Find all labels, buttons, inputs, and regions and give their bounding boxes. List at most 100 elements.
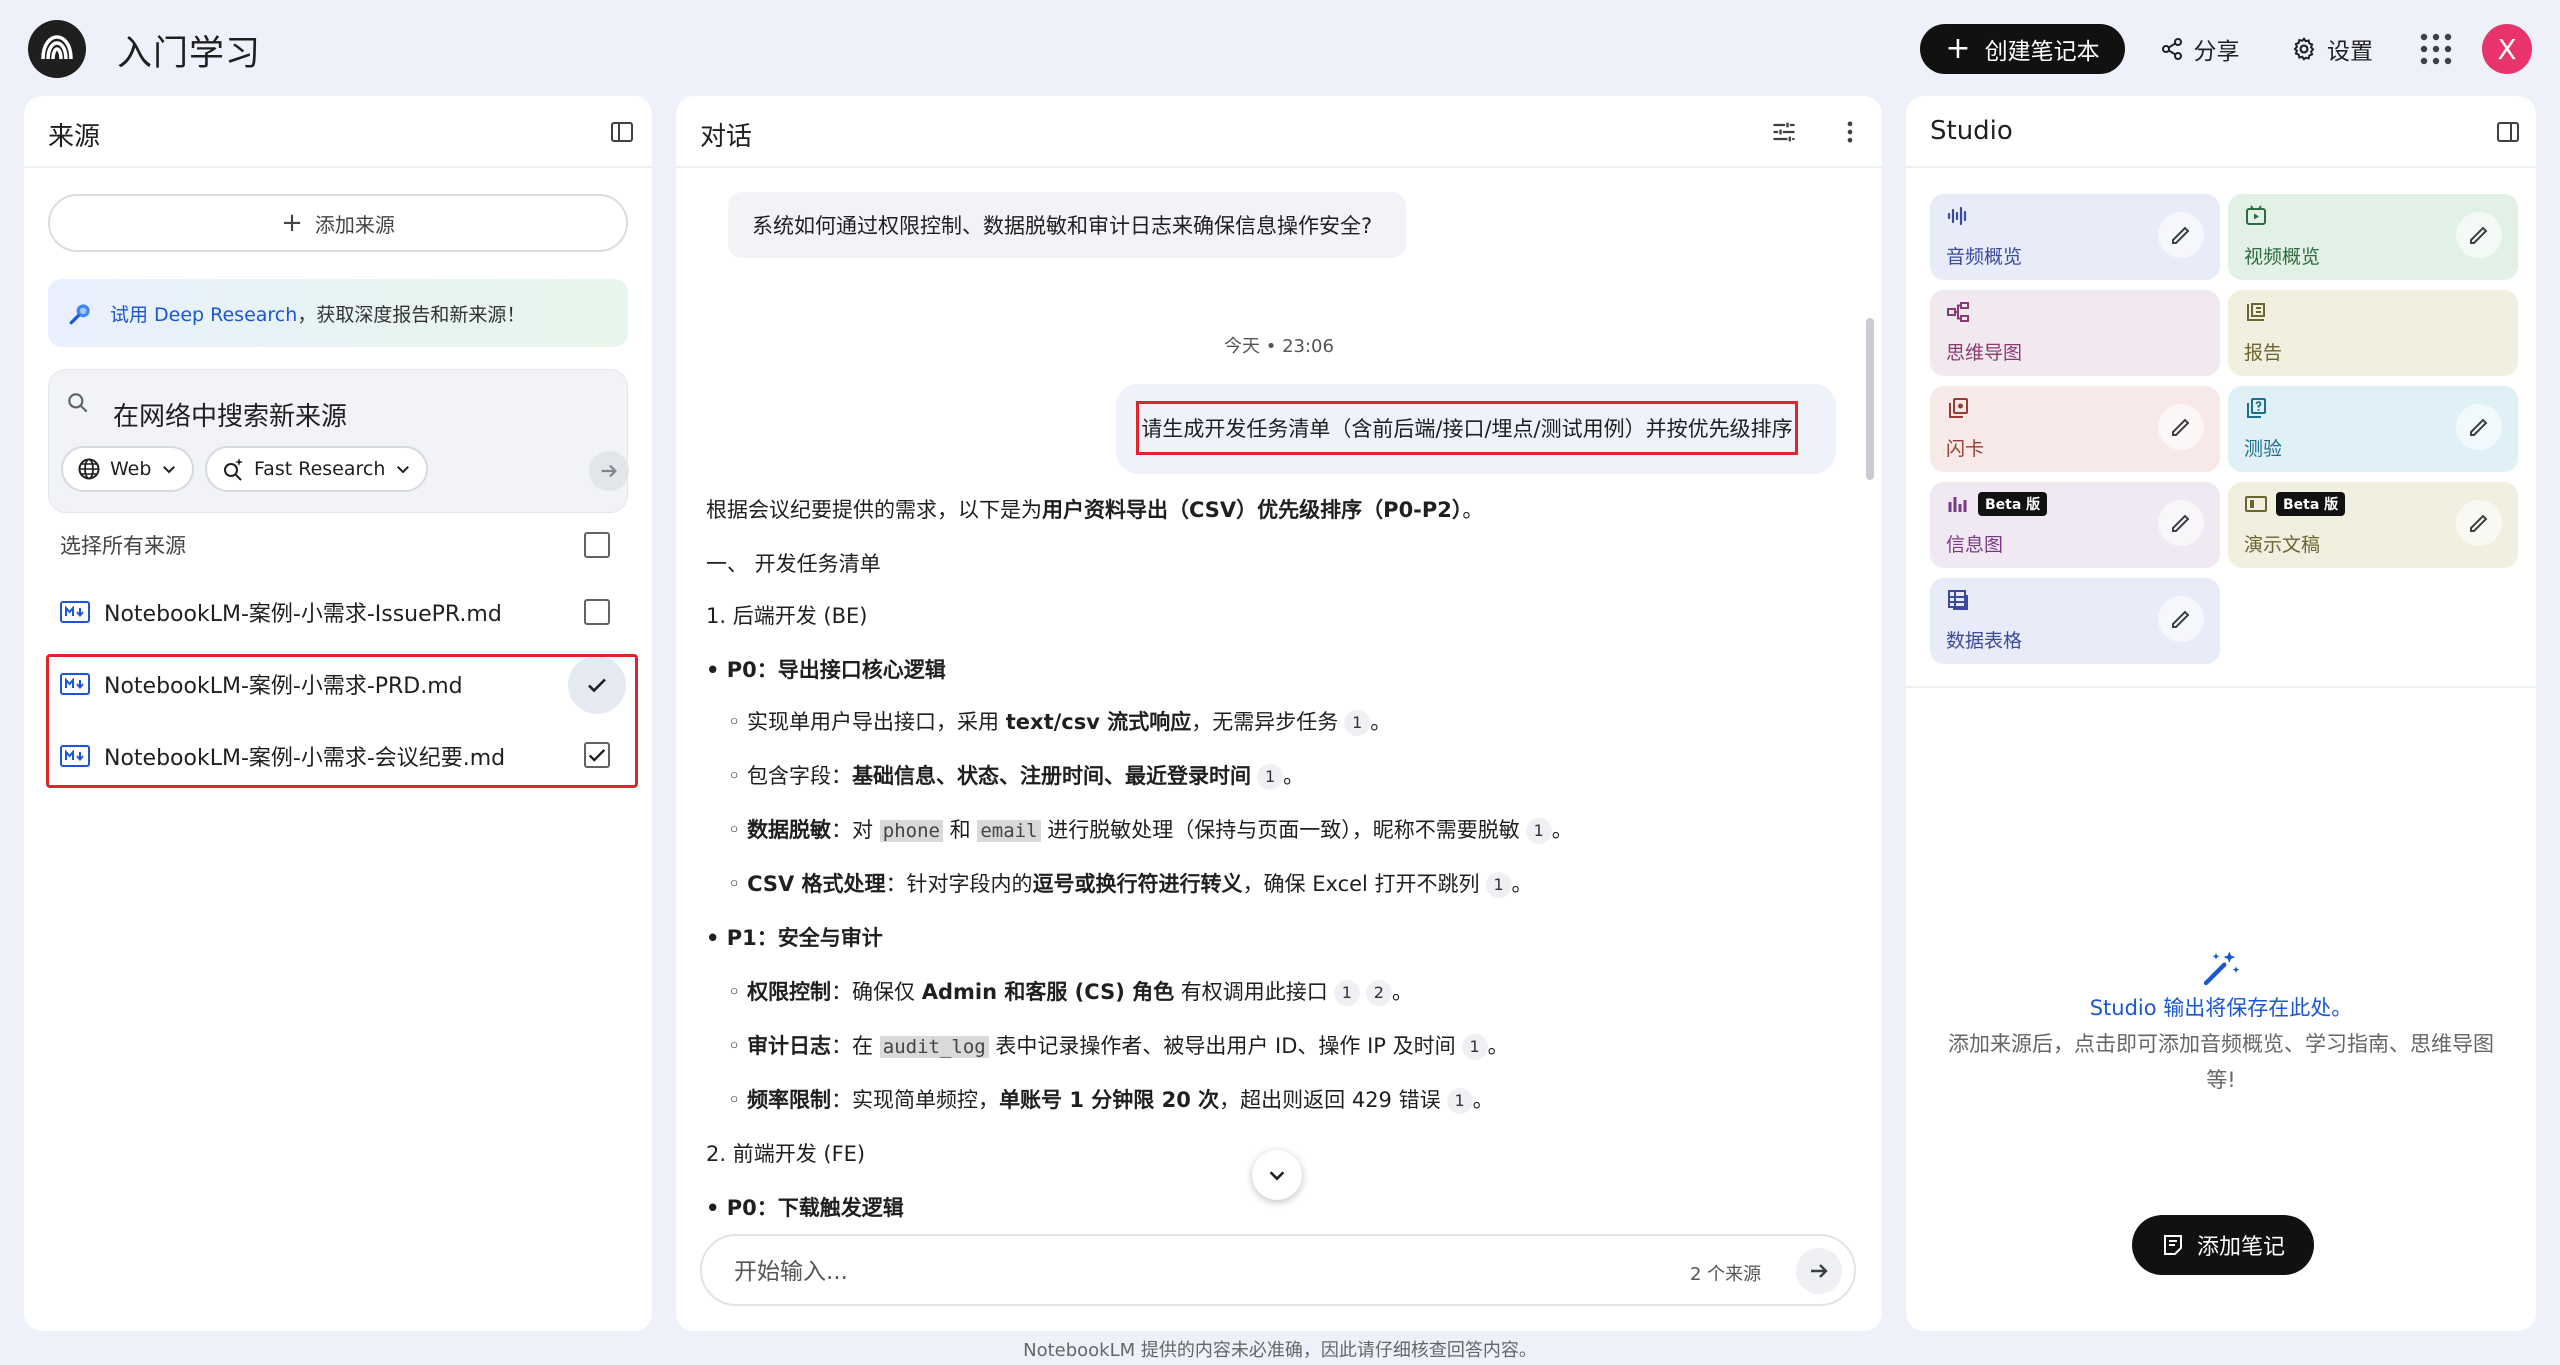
citation-badge[interactable]: 1 [1461,1034,1488,1060]
pencil-icon [2470,226,2488,244]
notebook-title[interactable]: 入门学习 [117,25,261,76]
sources-header: 来源 [24,96,652,168]
tile-label: 测验 [2244,438,2283,460]
source-checkbox[interactable] [584,599,610,625]
chat-input[interactable] [734,1254,1534,1290]
tile-label: 思维导图 [1946,342,2023,364]
share-label: 分享 [2193,39,2240,65]
create-notebook-label: 创建笔记本 [1984,39,2100,65]
source-item[interactable]: NotebookLM-案例-小需求-IssuePR.md [60,582,630,642]
answer-bold: Admin 和客服 (CS) 角色 [921,980,1175,1004]
plus-icon: + [281,208,303,238]
pencil-icon [2172,514,2190,532]
collapse-panel-icon[interactable] [610,120,634,144]
message-timestamp: 今天 • 23:06 [1224,336,1334,357]
sparkle-search-icon [224,458,243,481]
citation-badge[interactable]: 1 [1446,1088,1473,1114]
answer-bold: 用户资料导出（CSV）优先级排序（P0-P2） [1042,498,1463,522]
answer-text: ：在 [831,1034,880,1058]
answer-text: 。 [1462,498,1484,522]
citation-badge[interactable]: 1 [1344,710,1371,736]
select-all-label: 选择所有来源 [60,534,186,558]
send-button[interactable] [1796,1248,1842,1294]
collapse-panel-icon[interactable] [2496,120,2520,144]
edit-button[interactable] [2456,404,2502,450]
mind-map-icon [1947,302,1969,322]
answer-bullet: ◦ 权限控制：确保仅 Admin 和客服 (CS) 角色 有权调用此接口 1 2。 [728,980,1413,1006]
studio-tile-mind-map[interactable]: 思维导图 [1930,290,2220,376]
plus-icon: + [1945,31,1971,66]
answer-text: ◦ 包含字段： [728,764,853,788]
web-source-dropdown[interactable]: Web [61,446,195,492]
citation-badge[interactable]: 1 [1257,764,1284,790]
chat-scrollbar[interactable] [1866,318,1874,480]
answer-bold: 单账号 1 分钟限 20 次 [999,1088,1220,1112]
studio-tile-report[interactable]: 报告 [2228,290,2518,376]
answer-text: 有权调用此接口 [1174,980,1328,1004]
tile-label: 信息图 [1946,534,2004,556]
share-button[interactable]: 分享 [2142,24,2257,74]
pencil-icon [2470,514,2488,532]
add-note-label: 添加笔记 [2196,1235,2285,1260]
highlight-box [46,654,638,788]
answer-priority-heading: • P0：导出接口核心逻辑 [706,658,946,682]
studio-tile-infographic[interactable]: Beta 版 信息图 [1930,482,2220,568]
select-all-checkbox[interactable] [584,532,610,558]
citation-badge[interactable]: 2 [1365,980,1392,1006]
edit-button[interactable] [2158,212,2204,258]
settings-button[interactable]: 设置 [2272,24,2392,74]
infographic-icon [1948,497,1967,512]
research-mode-dropdown[interactable]: Fast Research [205,446,429,492]
notebooklm-logo[interactable] [28,20,86,78]
apps-grid-icon[interactable] [2418,31,2454,67]
tune-icon[interactable] [1770,118,1798,146]
add-note-button[interactable]: 添加笔记 [2132,1215,2314,1275]
deep-research-banner[interactable]: 试用 Deep Research，获取深度报告和新来源！ [48,279,628,347]
studio-title: Studio [1930,116,2013,146]
deep-research-text: ，获取深度报告和新来源！ [297,303,526,326]
edit-button[interactable] [2158,596,2204,642]
studio-tile-slides[interactable]: Beta 版 演示文稿 [2228,482,2518,568]
citation-badge[interactable]: 1 [1333,980,1360,1006]
citation-badge[interactable]: 1 [1485,872,1512,898]
disclaimer-footer: NotebookLM 提供的内容未必准确，因此请仔细核查回答内容。 [1023,1340,1537,1361]
studio-tile-video-overview[interactable]: 视频概览 [2228,194,2518,280]
answer-bullet: ◦ 数据脱敏：对 phone 和 email 进行脱敏处理（保持与页面一致），昵… [728,818,1573,844]
pencil-icon [2470,418,2488,436]
answer-subsection: 1. 后端开发 (BE) [706,604,868,628]
submit-search-button[interactable] [589,451,629,491]
edit-button[interactable] [2158,404,2204,450]
tile-label: 报告 [2244,342,2283,364]
edit-button[interactable] [2456,500,2502,546]
edit-button[interactable] [2158,500,2204,546]
answer-text: 根据会议纪要提供的需求，以下是为 [706,498,1042,522]
studio-tile-data-table[interactable]: 数据表格 [1930,578,2220,664]
tile-label: 闪卡 [1946,438,1985,460]
studio-empty-description: 添加来源后，点击即可添加音频概览、学习指南、思维导图等! [1948,1032,2494,1092]
create-notebook-button[interactable]: + 创建笔记本 [1920,24,2125,74]
user-message: 请生成开发任务清单（含前后端/接口/埋点/测试用例）并按优先级排序 [1136,401,1798,455]
deep-research-link[interactable]: 试用 Deep Research [110,304,297,326]
studio-tile-flashcards[interactable]: 闪卡 [1930,386,2220,472]
studio-tile-quiz[interactable]: 测验 [2228,386,2518,472]
answer-bullet: ◦ 频率限制：实现简单频控，单账号 1 分钟限 20 次，超出则返回 429 错… [728,1088,1494,1114]
studio-tile-audio-overview[interactable]: 音频概览 [1930,194,2220,280]
answer-text: ：对 [831,818,880,842]
more-vert-icon[interactable] [1836,118,1864,146]
web-search-input[interactable]: 在网络中搜索新来源 [113,396,347,433]
scroll-to-bottom-button[interactable] [1252,1150,1302,1200]
magic-wand-icon [1906,948,2536,988]
citation-badge[interactable]: 1 [1525,818,1552,844]
gear-icon [2293,37,2315,61]
answer-text: ：针对字段内的 [885,872,1033,896]
arrow-right-icon [1811,1264,1828,1278]
beta-badge: Beta 版 [1978,492,2048,516]
user-avatar[interactable]: X [2482,24,2532,74]
note-icon [2163,1235,2182,1255]
globe-icon [78,458,100,480]
arrow-right-icon [601,464,617,478]
sources-title: 来源 [48,122,101,152]
answer-text: ◦ 实现单用户导出接口，采用 [728,710,1006,734]
edit-button[interactable] [2456,212,2502,258]
add-source-button[interactable]: + 添加来源 [48,194,628,252]
